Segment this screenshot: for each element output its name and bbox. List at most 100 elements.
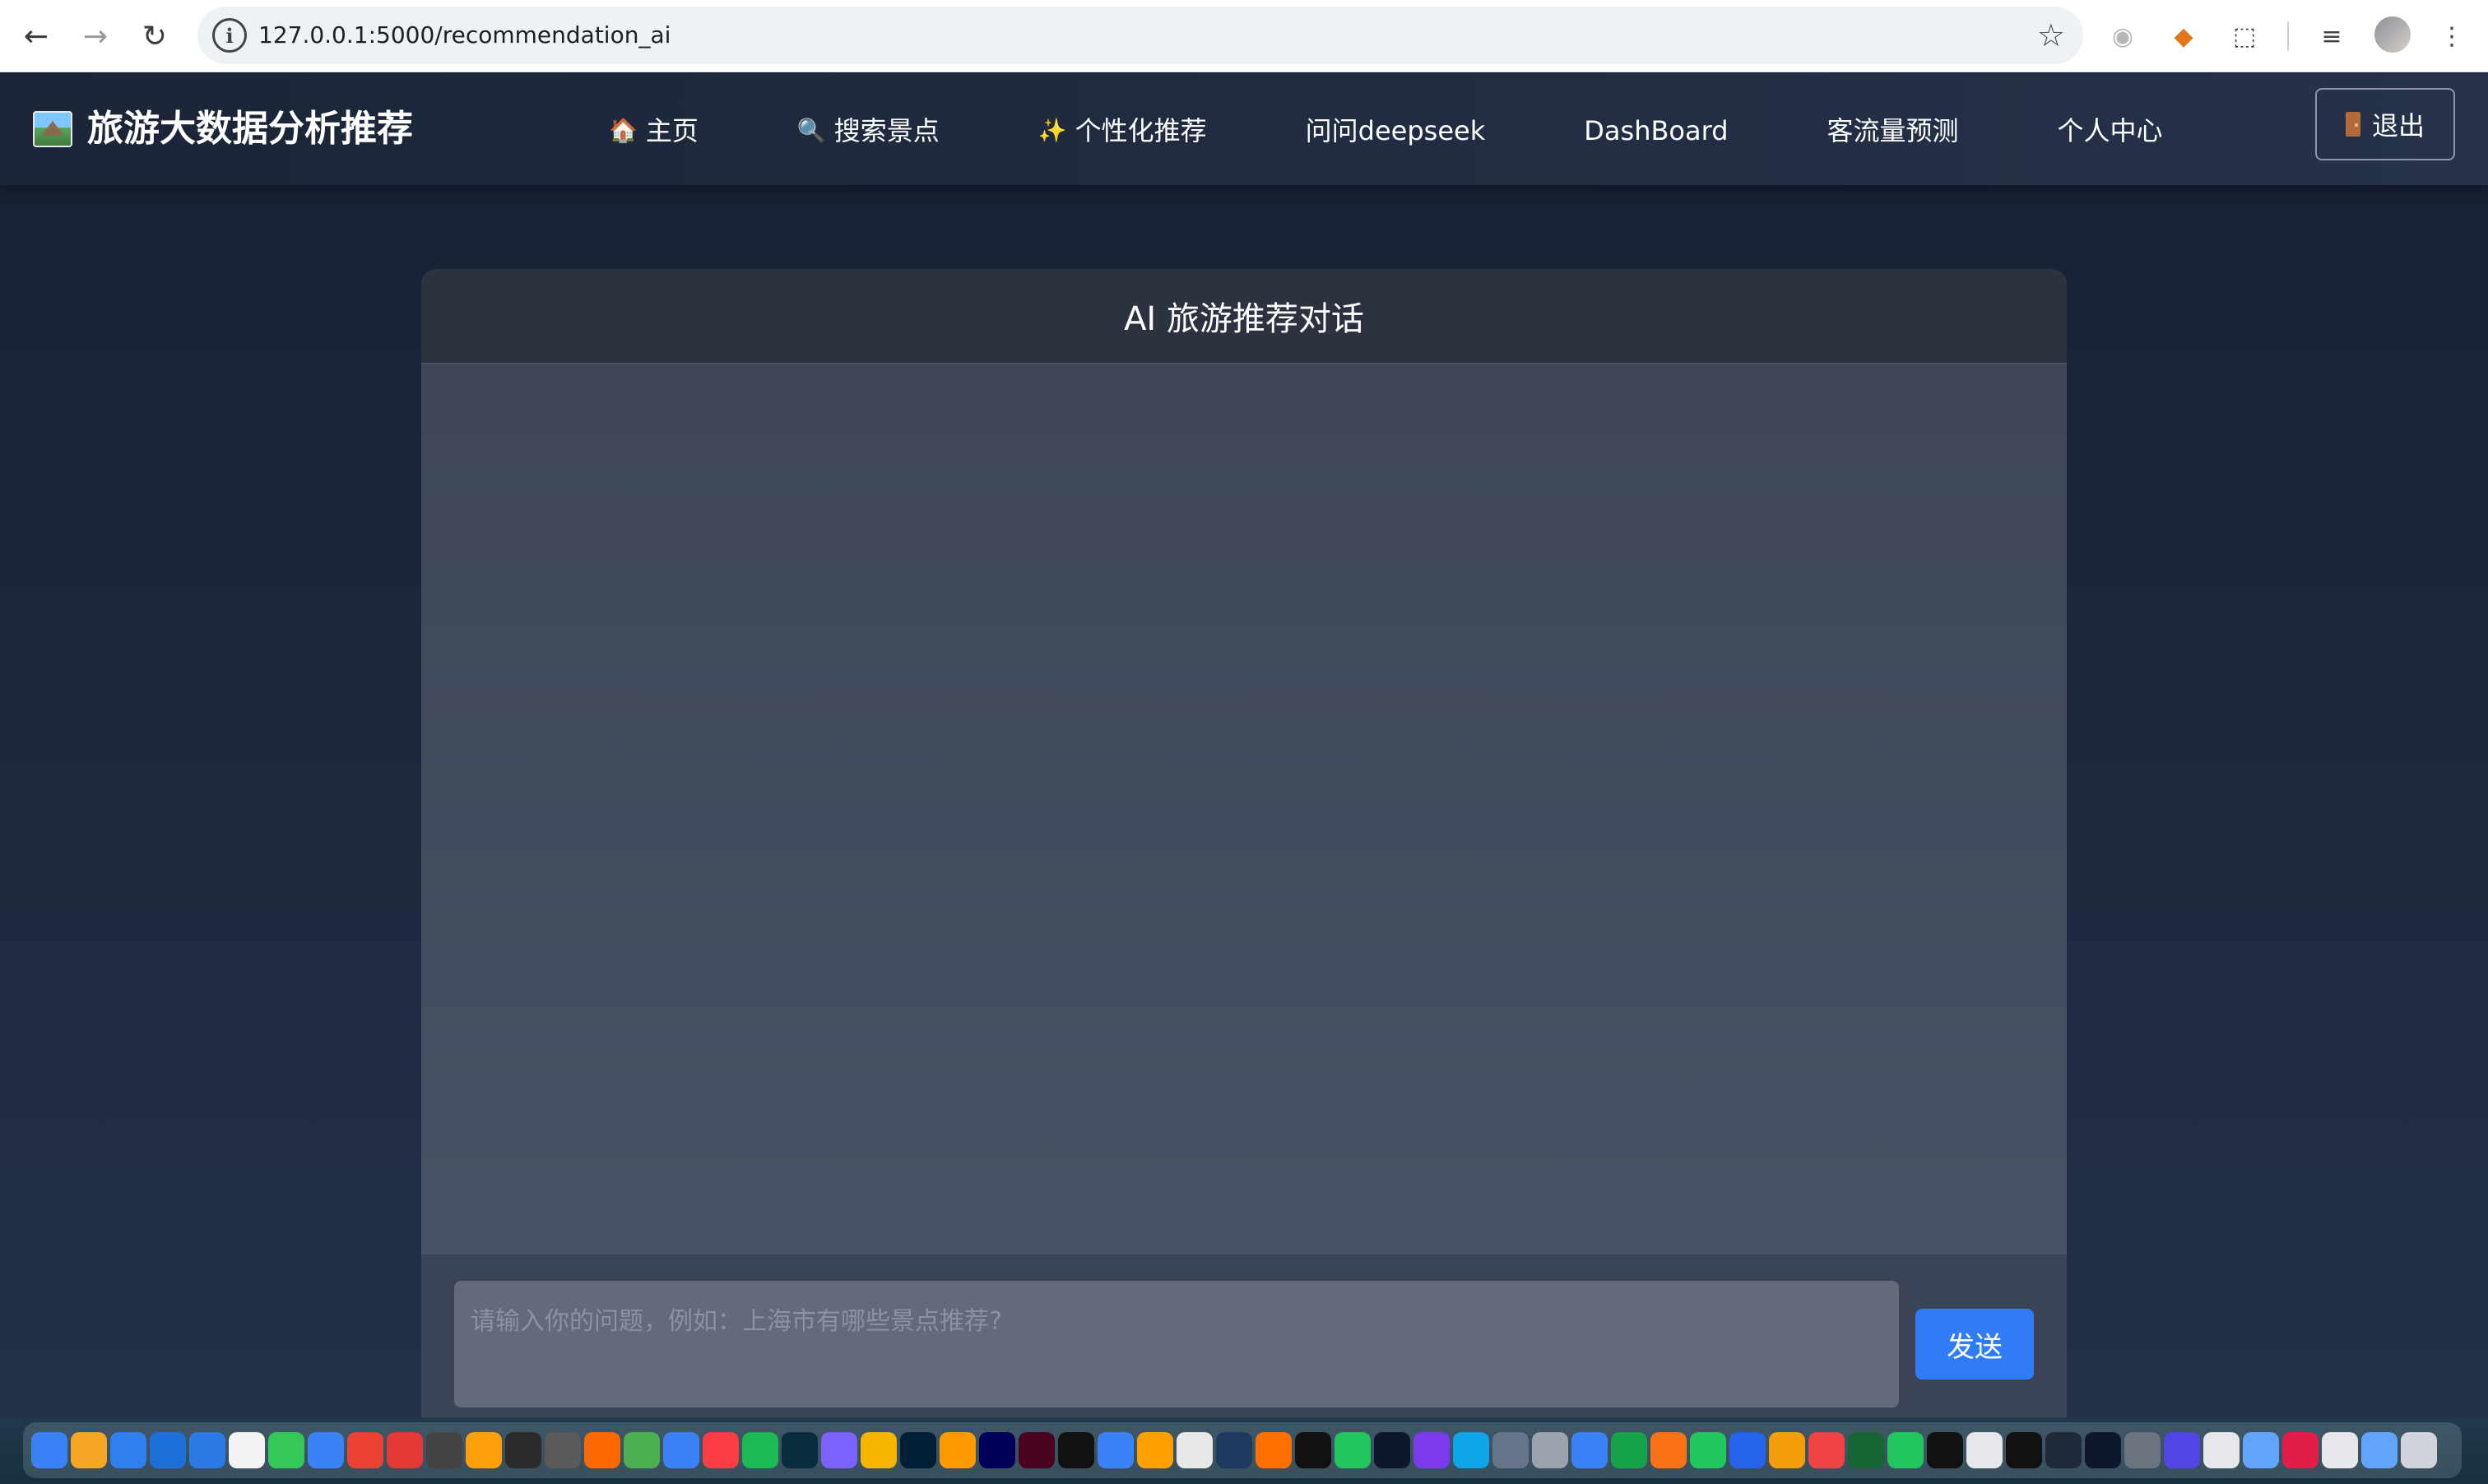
door-icon [2345, 112, 2360, 137]
dock-app-icon[interactable] [1177, 1432, 1213, 1468]
dock-app-icon[interactable] [189, 1432, 225, 1468]
nav-profile[interactable]: 个人中心 [2058, 108, 2163, 154]
nav-ask-deepseek[interactable]: 问问deepseek [1306, 108, 1486, 154]
landscape-logo-icon [33, 111, 72, 147]
dock-app-icon[interactable] [1532, 1432, 1568, 1468]
chat-messages-area[interactable] [421, 364, 2067, 1254]
nav-search-spots[interactable]: 🔍 搜索景点 [797, 108, 940, 154]
dock-app-icon[interactable] [466, 1432, 502, 1468]
site-title[interactable]: 旅游大数据分析推荐 [87, 103, 413, 155]
dock-app-icon[interactable] [1769, 1432, 1805, 1468]
reload-icon[interactable]: ↻ [135, 16, 174, 56]
dock-app-icon[interactable] [1453, 1432, 1489, 1468]
logout-button[interactable]: 退出 [2315, 88, 2455, 160]
dock-app-icon[interactable] [1966, 1432, 2003, 1468]
dock-app-icon[interactable] [624, 1432, 660, 1468]
media-control-icon[interactable]: ≡ [2312, 16, 2351, 56]
dock-app-icon[interactable] [426, 1432, 462, 1468]
dock-app-icon[interactable] [268, 1432, 304, 1468]
nav-home[interactable]: 🏠 主页 [609, 108, 699, 154]
dock-app-icon[interactable] [2401, 1432, 2437, 1468]
dock-app-icon[interactable] [703, 1432, 739, 1468]
dock-app-icon[interactable] [2164, 1432, 2200, 1468]
dock-app-icon[interactable] [31, 1432, 67, 1468]
dock-app-icon[interactable] [1295, 1432, 1331, 1468]
address-url[interactable]: 127.0.0.1:5000/recommendation_ai [258, 18, 671, 53]
bookmark-star-icon[interactable]: ☆ [2037, 15, 2065, 56]
dock-app-icon[interactable] [1611, 1432, 1647, 1468]
dock-app-icon[interactable] [347, 1432, 383, 1468]
nav-home-label: 主页 [645, 115, 699, 146]
magnifier-icon: 🔍 [796, 117, 826, 144]
dock-app-icon[interactable] [2085, 1432, 2121, 1468]
browser-menu-icon[interactable]: ⋮ [2432, 16, 2472, 56]
dock-app-icon[interactable] [2282, 1432, 2319, 1468]
sparkles-icon: ✨ [1037, 117, 1067, 144]
dock-app-icon[interactable] [308, 1432, 344, 1468]
dock-app-icon[interactable] [2045, 1432, 2082, 1468]
nav-personalized[interactable]: ✨ 个性化推荐 [1038, 108, 1207, 154]
nav-dashboard-label: DashBoard [1584, 115, 1729, 146]
site-info-icon[interactable]: i [212, 18, 247, 53]
dock-app-icon[interactable] [1927, 1432, 1963, 1468]
dock-app-icon[interactable] [229, 1432, 265, 1468]
send-button[interactable]: 发送 [1915, 1309, 2034, 1380]
dock-app-icon[interactable] [1729, 1432, 1766, 1468]
dock-app-icon[interactable] [1374, 1432, 1410, 1468]
dock-app-icon[interactable] [1848, 1432, 1884, 1468]
dock-app-icon[interactable] [821, 1432, 857, 1468]
dock-app-icon[interactable] [545, 1432, 581, 1468]
dock-app-icon[interactable] [2124, 1432, 2161, 1468]
logout-label: 退出 [2371, 110, 2425, 141]
dock-app-icon[interactable] [1571, 1432, 1608, 1468]
address-bar[interactable]: i 127.0.0.1:5000/recommendation_ai ☆ [197, 7, 2083, 64]
dock-app-icon[interactable] [387, 1432, 423, 1468]
profile-avatar[interactable] [2374, 16, 2411, 53]
dock-app-icon[interactable] [2322, 1432, 2358, 1468]
nav-personalized-label: 个性化推荐 [1075, 115, 1207, 146]
dock-app-icon[interactable] [2361, 1432, 2397, 1468]
dock-app-icon[interactable] [2243, 1432, 2279, 1468]
dock-app-icon[interactable] [663, 1432, 699, 1468]
dock-app-icon[interactable] [979, 1432, 1015, 1468]
browser-toolbar: ← → ↻ i 127.0.0.1:5000/recommendation_ai… [0, 0, 2488, 72]
dock-app-icon[interactable] [1690, 1432, 1726, 1468]
dock-app-icon[interactable] [742, 1432, 778, 1468]
dock-app-icon[interactable] [782, 1432, 818, 1468]
dock-app-icon[interactable] [1098, 1432, 1134, 1468]
dock-app-icon[interactable] [900, 1432, 936, 1468]
dock-app-icon[interactable] [1256, 1432, 1292, 1468]
site-brand[interactable]: 旅游大数据分析推荐 [33, 103, 413, 155]
back-icon[interactable]: ← [16, 16, 56, 56]
dock-app-icon[interactable] [71, 1432, 107, 1468]
dock-app-icon[interactable] [1650, 1432, 1687, 1468]
chat-input[interactable] [454, 1281, 1899, 1407]
dock-app-icon[interactable] [150, 1432, 186, 1468]
dock-app-icon[interactable] [861, 1432, 897, 1468]
dock-app-icon[interactable] [1216, 1432, 1252, 1468]
dock-app-icon[interactable] [1413, 1432, 1450, 1468]
dock-app-icon[interactable] [1808, 1432, 1845, 1468]
chat-title: AI 旅游推荐对话 [421, 269, 2067, 364]
extensions-puzzle-icon[interactable]: ⬚ [2225, 16, 2264, 56]
nav-traffic-forecast[interactable]: 客流量预测 [1827, 108, 1959, 154]
forward-icon[interactable]: → [76, 16, 115, 56]
dock-app-icon[interactable] [1137, 1432, 1173, 1468]
dock-app-icon[interactable] [584, 1432, 620, 1468]
extension-weibo-icon[interactable]: ◉ [2103, 16, 2142, 56]
nav-profile-label: 个人中心 [2057, 115, 2163, 146]
dock-app-icon[interactable] [1019, 1432, 1055, 1468]
nav-dashboard[interactable]: DashBoard [1584, 108, 1728, 154]
dock-app-icon[interactable] [110, 1432, 146, 1468]
dock-app-icon[interactable] [2203, 1432, 2240, 1468]
dock-app-icon[interactable] [2006, 1432, 2042, 1468]
dock-app-icon[interactable] [1492, 1432, 1529, 1468]
dock-app-icon[interactable] [1058, 1432, 1094, 1468]
dock-app-icon[interactable] [940, 1432, 976, 1468]
dock-app-icon[interactable] [1335, 1432, 1371, 1468]
dock-app-icon[interactable] [505, 1432, 541, 1468]
nav-ask-deepseek-label: 问问deepseek [1305, 115, 1486, 146]
extension-metamask-icon[interactable]: ◆ [2164, 16, 2203, 56]
dock-app-icon[interactable] [1887, 1432, 1924, 1468]
main-menu: 🏠 主页 🔍 搜索景点 ✨ 个性化推荐 问问deepseek DashBoard… [609, 108, 2163, 154]
